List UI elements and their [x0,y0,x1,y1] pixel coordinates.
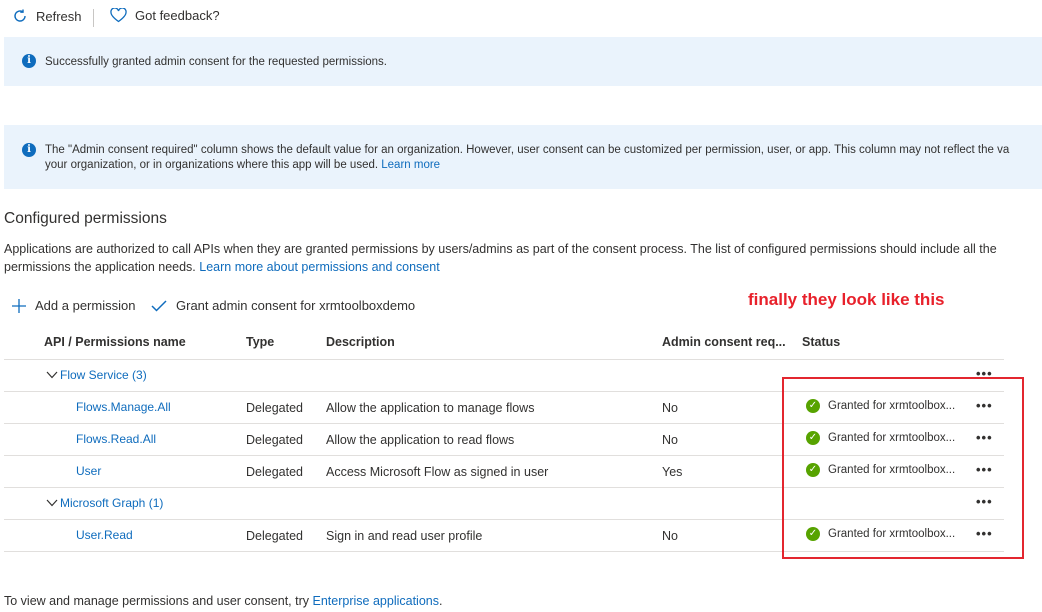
permission-description: Allow the application to manage flows [326,401,535,415]
permission-link[interactable]: User [76,464,101,478]
admin-consent-value: Yes [662,465,683,479]
row-divider [4,359,1004,360]
permission-description: Allow the application to read flows [326,433,515,447]
permission-link[interactable]: Flows.Read.All [76,432,156,446]
enterprise-applications-link[interactable]: Enterprise applications [313,594,439,608]
success-banner: i Successfully granted admin consent for… [4,37,1042,86]
checkmark-icon [151,299,167,312]
plus-icon [12,298,26,313]
info-icon: i [22,54,36,68]
footer-note: To view and manage permissions and user … [4,594,442,608]
permission-link[interactable]: User.Read [76,528,133,542]
footer-text: To view and manage permissions and user … [4,594,310,608]
permission-type: Delegated [246,465,303,479]
column-header-type[interactable]: Type [246,335,274,349]
admin-consent-value: No [662,433,678,447]
feedback-button[interactable]: Got feedback? [110,8,220,23]
info-icon: i [22,143,36,157]
group-label: Microsoft Graph (1) [60,496,164,510]
section-description-text: Applications are authorized to call APIs… [4,242,997,274]
permissions-consent-link[interactable]: Learn more about permissions and consent [199,260,439,274]
feedback-label: Got feedback? [135,8,220,23]
permission-type: Delegated [246,401,303,415]
annotation-text: finally they look like this [748,290,945,309]
admin-consent-value: No [662,401,678,415]
admin-consent-value: No [662,529,678,543]
grant-consent-label: Grant admin consent for xrmtoolboxdemo [176,298,416,313]
footer-suffix: . [438,594,443,608]
chevron-down-icon [46,499,58,507]
section-description: Applications are authorized to call APIs… [4,240,1004,276]
group-label: Flow Service (3) [60,368,147,382]
group-row-flow-service[interactable]: Flow Service (3) [46,368,147,382]
info-message-line2: your organization, or in organizations w… [45,159,379,171]
group-row-microsoft-graph[interactable]: Microsoft Graph (1) [46,496,163,510]
permission-description: Access Microsoft Flow as signed in user [326,465,549,479]
add-permission-button[interactable]: Add a permission [12,298,135,313]
permission-link[interactable]: Flows.Manage.All [76,400,171,414]
learn-more-link[interactable]: Learn more [381,159,440,171]
add-permission-label: Add a permission [35,298,136,313]
refresh-button[interactable]: Refresh [12,8,82,24]
permission-description: Sign in and read user profile [326,529,483,543]
heart-icon [110,8,127,23]
info-message-line1: The "Admin consent required" column show… [45,144,1010,156]
column-header-admin-consent[interactable]: Admin consent req... [662,335,786,349]
permission-type: Delegated [246,529,303,543]
refresh-label: Refresh [36,8,82,24]
permission-type: Delegated [246,433,303,447]
command-bar: Refresh Got feedback? [0,0,1042,36]
info-banner: i The "Admin consent required" column sh… [4,125,1042,189]
annotation-highlight-box [782,377,1024,559]
column-header-description[interactable]: Description [326,335,395,349]
section-title: Configured permissions [4,210,167,227]
success-message: Successfully granted admin consent for t… [45,56,387,68]
chevron-down-icon [46,371,58,379]
refresh-icon [14,9,26,22]
column-header-status[interactable]: Status [802,335,840,349]
toolbar-divider [93,9,94,27]
grant-consent-button[interactable]: Grant admin consent for xrmtoolboxdemo [151,298,415,313]
column-header-name[interactable]: API / Permissions name [44,335,186,349]
